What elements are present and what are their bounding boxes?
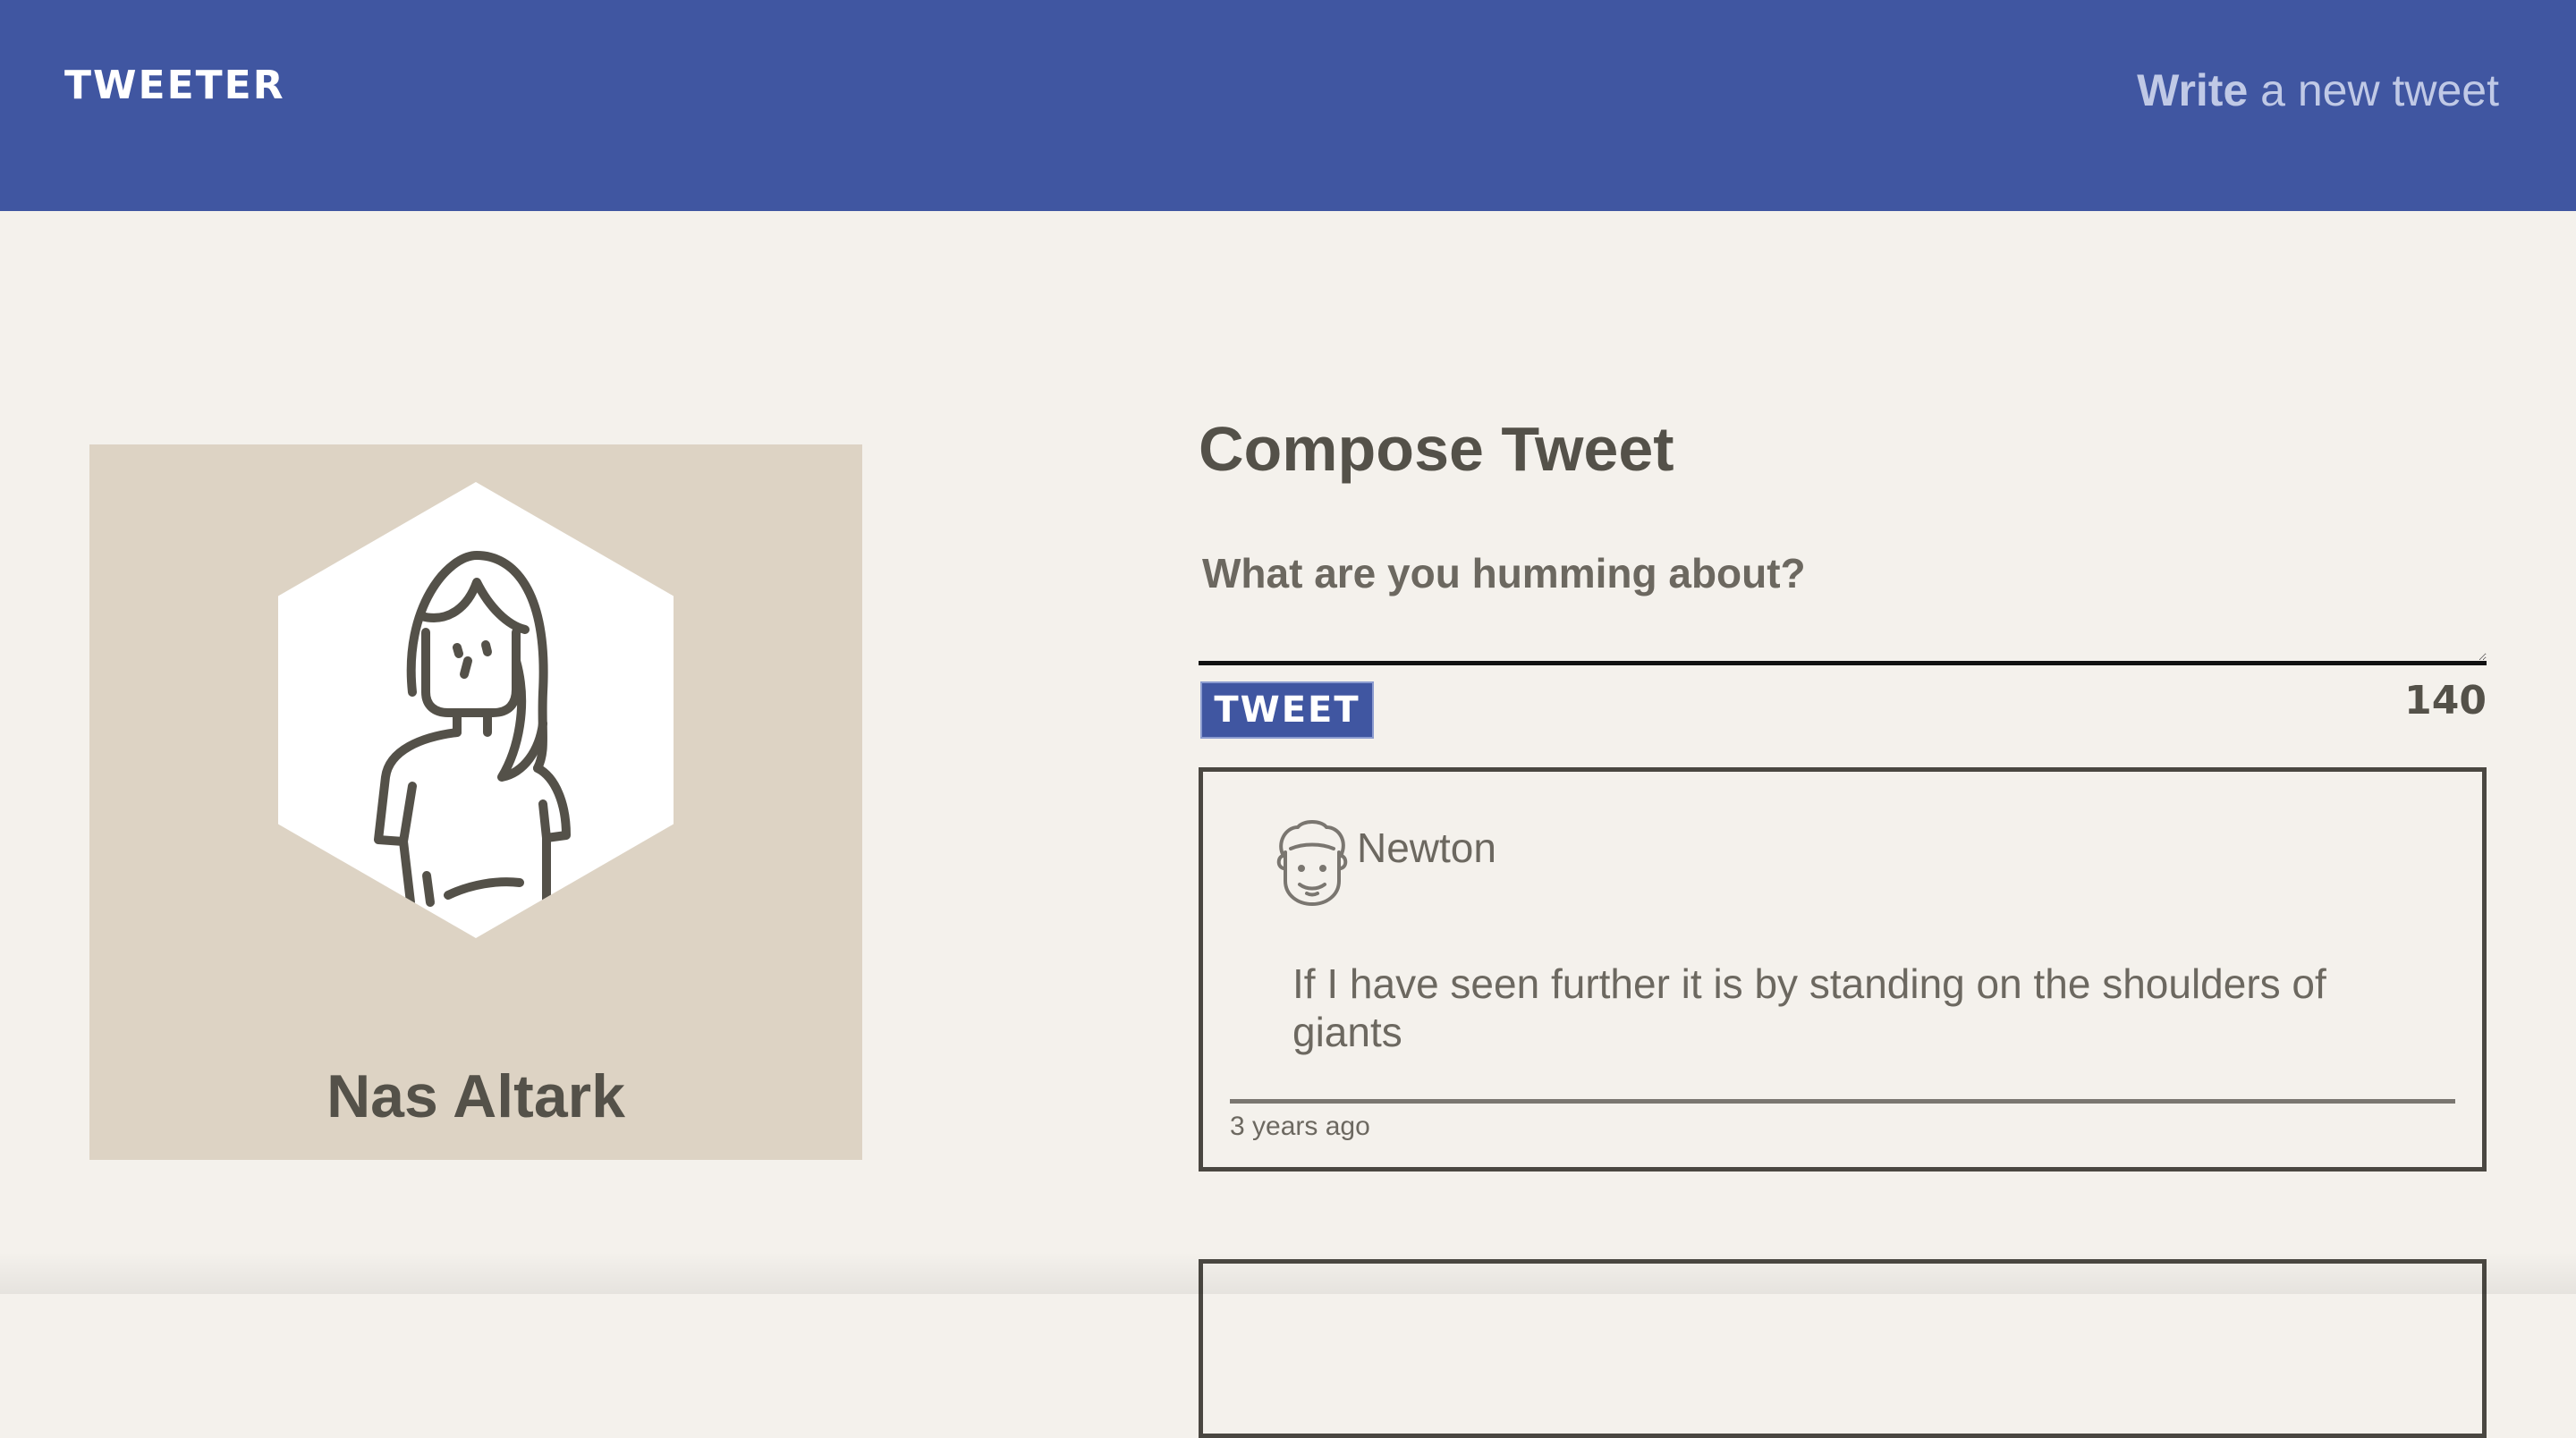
write-new-tweet-link[interactable]: Write a new tweet [2137, 64, 2499, 116]
tweet-text: If I have seen further it is by standing… [1292, 960, 2326, 1055]
top-navbar: TWEETER Write a new tweet [0, 0, 2576, 211]
profile-card: Nas Altark [89, 444, 862, 1160]
tweet-card: Newton If I have seen further it is by s… [1199, 767, 2487, 1172]
tweet-button[interactable]: TWEET [1200, 681, 1374, 739]
new-tweet-label: a new tweet [2248, 65, 2499, 115]
char-counter: 140 [2404, 678, 2487, 723]
avatar-hexagon [278, 482, 674, 938]
tweet-card [1199, 1259, 2487, 1438]
compose-title: Compose Tweet [1199, 414, 1674, 484]
man-curly-hair-avatar-icon [1276, 820, 1348, 906]
tweet-divider [1230, 1099, 2455, 1104]
brand-logo[interactable]: TWEETER [64, 63, 285, 108]
tweet-input[interactable] [1199, 537, 2487, 665]
tweet-author[interactable]: Newton [1357, 824, 1496, 872]
tweet-timestamp: 3 years ago [1230, 1112, 1370, 1141]
write-label: Write [2137, 65, 2249, 115]
profile-name: Nas Altark [326, 1062, 625, 1130]
woman-avatar-icon [374, 551, 571, 907]
